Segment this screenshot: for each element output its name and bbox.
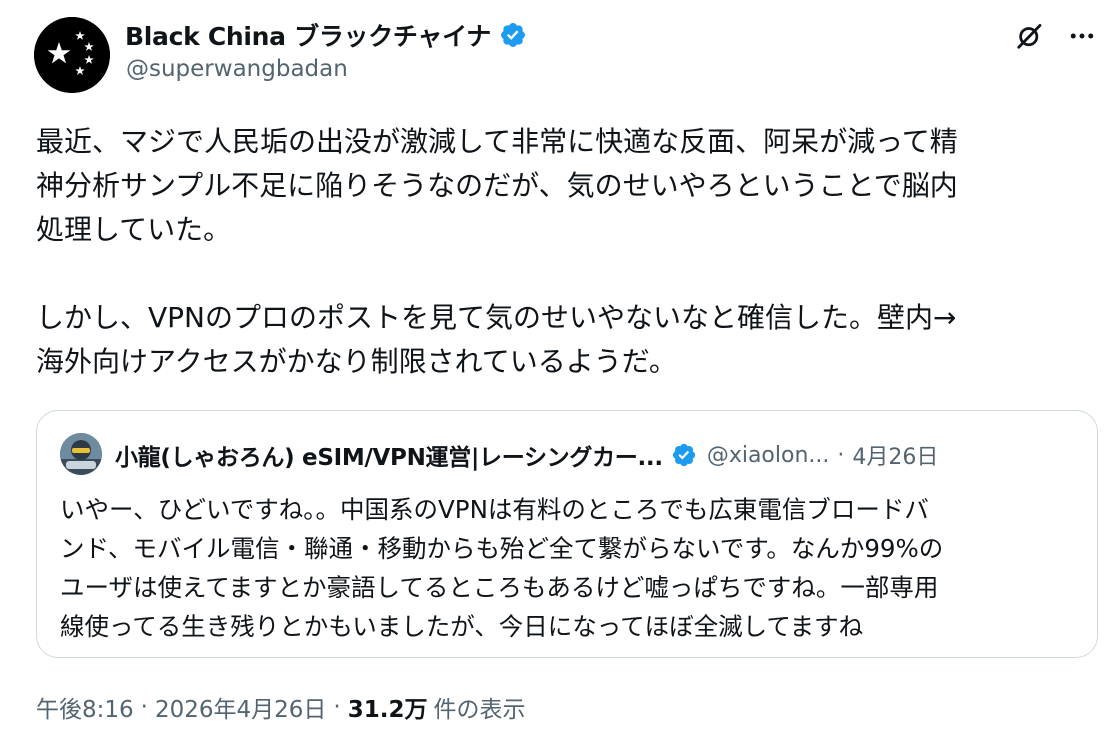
post-time[interactable]: 午後8:16 <box>36 690 134 724</box>
quoted-date[interactable]: 4月26日 <box>852 439 938 471</box>
separator-dot: · <box>333 694 341 720</box>
separator-dot: · <box>837 442 845 468</box>
black-flag-avatar-icon <box>34 17 110 93</box>
author-name[interactable]: Black China ブラックチャイナ <box>125 17 491 53</box>
verified-badge-icon[interactable] <box>499 21 527 49</box>
tweet-meta: 午後8:16 · 2026年4月26日 · 31.2万 件の表示 <box>36 690 525 724</box>
quoted-line: ンド、モバイル電信・聯通・移動からも殆ど全て繋がらないです。なんか99%の <box>60 534 944 563</box>
post-date[interactable]: 2026年4月26日 <box>155 690 326 724</box>
quoted-header: 小龍(しゃおろん) eSIM/VPN運営|レーシングカー... @xiaolon… <box>115 437 938 473</box>
more-icon <box>1070 33 1094 39</box>
tweet-line: 処理していた。 <box>36 213 232 246</box>
views-count[interactable]: 31.2万 <box>348 690 428 724</box>
verified-badge-icon[interactable] <box>671 442 697 468</box>
quoted-line: 線使ってる生き残りとかもいましたが、今日になってほぼ全滅してますね <box>60 612 864 641</box>
quoted-author-handle[interactable]: @xiaolon... <box>707 443 830 468</box>
tweet-line: 神分析サンプル不足に陥りそうなのだが、気のせいやろということで脳内 <box>36 169 958 202</box>
quoted-line: ユーザは使えてますとか豪語してるところもあるけど嘘っぱちですね。一部専用 <box>60 573 939 602</box>
tweet-line: しかし、VPNのプロのポストを見て気のせいやないなと確信した。壁内→ <box>36 301 957 334</box>
more-options-button[interactable] <box>1060 14 1104 58</box>
author-handle[interactable]: @superwangbadan <box>126 56 348 82</box>
racing-avatar-icon <box>60 433 102 475</box>
tweet-text: 最近、マジで人民垢の出没が激減して非常に快適な反面、阿呆が減って精 神分析サンプ… <box>36 120 1096 384</box>
quoted-line: いやー、ひどいですね。。中国系のVPNは有料のところでも広東電信ブロードバ <box>60 495 929 524</box>
author-avatar[interactable] <box>34 17 110 93</box>
quoted-author-name[interactable]: 小龍(しゃおろん) eSIM/VPN運営|レーシングカー... <box>115 438 663 472</box>
separator-dot: · <box>140 694 148 720</box>
tweet-line: 海外向けアクセスがかなり制限されているようだ。 <box>36 345 677 378</box>
author-name-row[interactable]: Black China ブラックチャイナ <box>125 18 527 52</box>
quoted-tweet-text: いやー、ひどいですね。。中国系のVPNは有料のところでも広東電信ブロードバ ンド… <box>60 490 1090 646</box>
views-label: 件の表示 <box>433 697 526 723</box>
grok-button[interactable] <box>1008 14 1052 58</box>
tweet-line: 最近、マジで人民垢の出没が激減して非常に快適な反面、阿呆が減って精 <box>36 125 958 158</box>
quoted-tweet-card[interactable]: 小龍(しゃおろん) eSIM/VPN運営|レーシングカー... @xiaolon… <box>36 410 1098 658</box>
quoted-author-avatar[interactable] <box>60 433 102 475</box>
grok-icon <box>1017 24 1042 49</box>
